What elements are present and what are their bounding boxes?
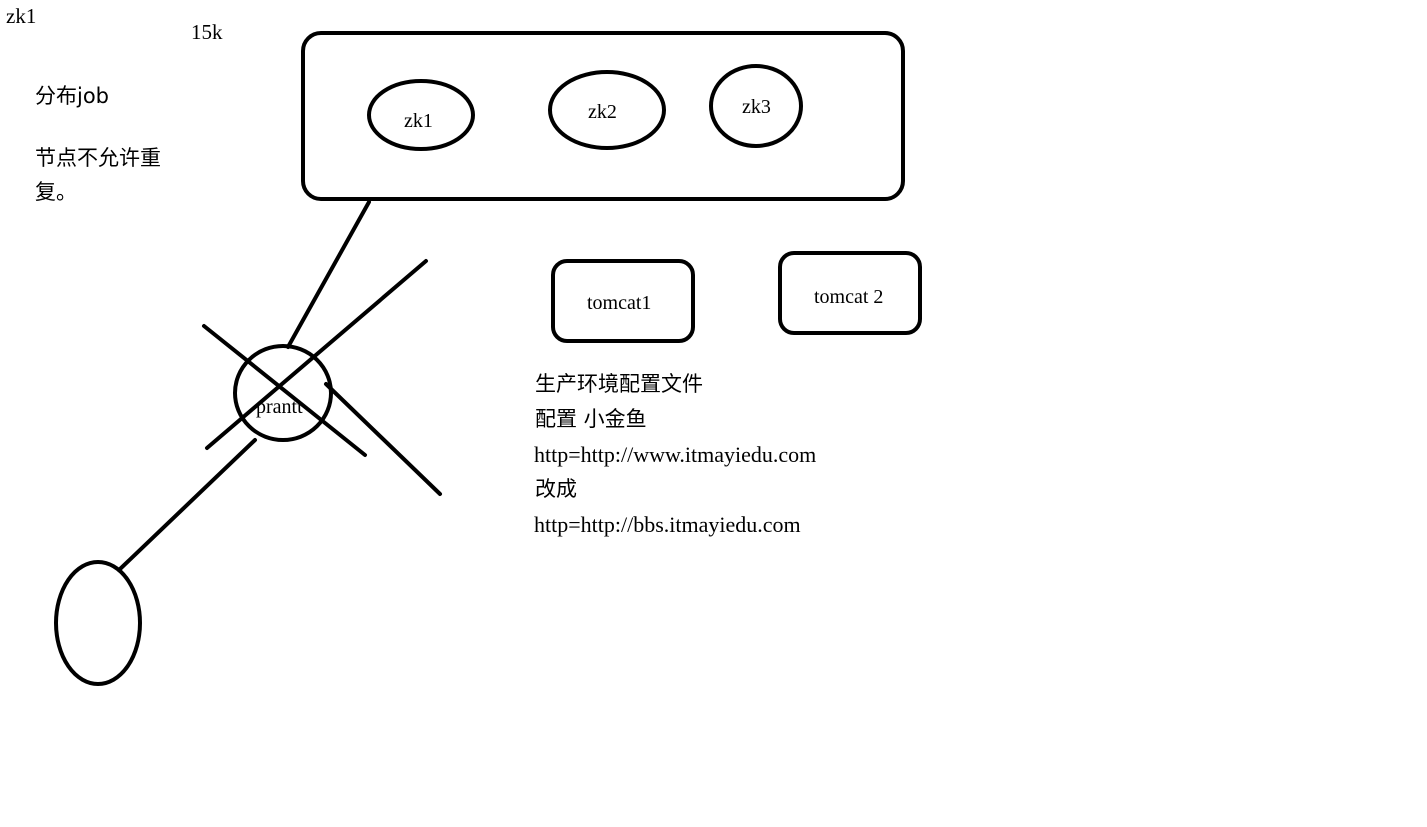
note-no-duplicate-line2: 复。 bbox=[35, 180, 77, 204]
note-config-goldfish: 配置 小金鱼 bbox=[535, 407, 647, 431]
zk2-label: zk2 bbox=[588, 101, 617, 123]
cluster-to-node-connector bbox=[286, 200, 371, 349]
node-to-client-connector bbox=[117, 438, 257, 572]
note-new-url: http=http://bbs.itmayiedu.com bbox=[534, 512, 801, 537]
diagram-canvas bbox=[54, 31, 922, 686]
client-node-ellipse bbox=[54, 560, 142, 686]
note-prod-config-file: 生产环境配置文件 bbox=[535, 372, 703, 396]
top-left-label: zk1 bbox=[6, 4, 37, 28]
crossed-node-label: prantt bbox=[256, 396, 303, 418]
tomcat1-label: tomcat1 bbox=[587, 292, 652, 314]
zk1-label: zk1 bbox=[404, 110, 433, 132]
note-change-to: 改成 bbox=[535, 477, 577, 501]
note-no-duplicate-line1: 节点不允许重 bbox=[35, 146, 161, 170]
note-distributed-job: 分布job bbox=[35, 84, 110, 108]
zk3-label: zk3 bbox=[742, 96, 771, 118]
note-old-url: http=http://www.itmayiedu.com bbox=[534, 442, 817, 467]
tomcat2-label: tomcat 2 bbox=[814, 286, 884, 308]
top-label: 15k bbox=[191, 20, 223, 44]
